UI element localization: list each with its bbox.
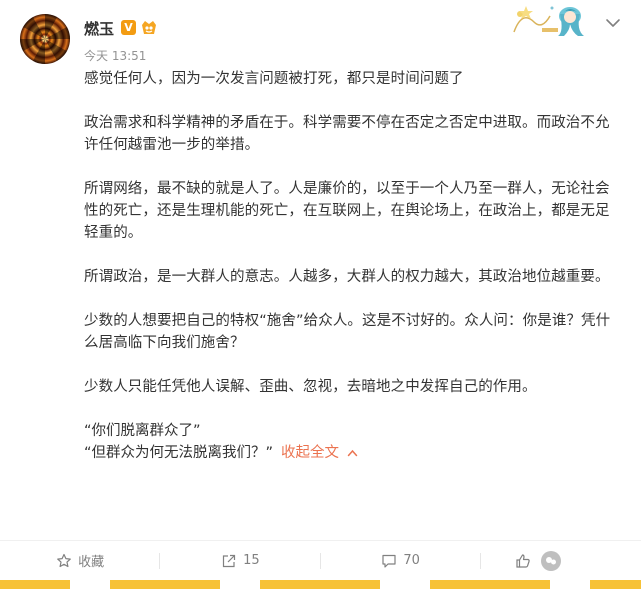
comment-button[interactable]: 70 (321, 541, 481, 580)
stripe-segment (260, 580, 380, 589)
post-header: 燃玉 V 今天 13:51 (0, 0, 641, 72)
comment-count: 70 (403, 553, 420, 568)
vip-icon (142, 21, 156, 34)
footer-stripe (0, 580, 641, 589)
quote-line: “但群众为何无法脱离我们？” (84, 445, 274, 461)
stripe-segment (110, 580, 220, 589)
stripe-segment (430, 580, 550, 589)
like-icon (516, 553, 530, 568)
post-paragraph: 少数人只能任凭他人误解、歪曲、忽视，去暗地之中发挥自己的作用。 (84, 379, 537, 395)
post-paragraph: 所谓网络，最不缺的就是人了。人是廉价的，以至于一个人乃至一群人，无论社会性的死亡… (84, 181, 610, 241)
repost-count: 15 (243, 553, 260, 568)
stripe-segment (590, 580, 641, 589)
repost-button[interactable]: 15 (160, 541, 321, 580)
card-decoration-icon (513, 6, 584, 36)
repost-icon (222, 554, 236, 567)
post-paragraph: 感觉任何人，因为一次发言问题被打死，都只是时间问题了 (84, 71, 464, 87)
comment-icon (382, 554, 396, 568)
stripe-segment (0, 580, 70, 589)
verified-badge: V (121, 20, 136, 35)
post-timestamp[interactable]: 今天 13:51 (84, 47, 146, 64)
watermark: 韬闻 (541, 551, 591, 571)
watermark-logo-icon (541, 551, 561, 571)
post-body: 感觉任何人，因为一次发言问题被打死，都只是时间问题了 政治需求和科学精神的矛盾在… (84, 68, 624, 464)
username[interactable]: 燃玉 (84, 18, 114, 39)
chevron-down-icon[interactable] (604, 16, 622, 30)
post-paragraph: 所谓政治，是一大群人的意志。人越多，大群人的权力越大，其政治地位越重要。 (84, 269, 610, 285)
post-paragraph: 政治需求和科学精神的矛盾在于。科学需要不停在否定之否定中进取。而政治不允许任何越… (84, 115, 610, 153)
favorite-label: 收藏 (78, 555, 105, 570)
favorite-button[interactable]: 收藏 (0, 541, 161, 580)
chevron-up-icon[interactable] (347, 449, 358, 457)
post-paragraph: 少数的人想要把自己的特权“施舍”给众人。这是不讨好的。众人问：你是谁？凭什么居高… (84, 313, 611, 351)
star-icon (57, 553, 72, 567)
collapse-text-link[interactable]: 收起全文 (281, 445, 339, 461)
quote-line-with-collapse: “但群众为何无法脱离我们？” 收起全文 (84, 442, 624, 464)
quote-line: “你们脱离群众了” (84, 423, 201, 439)
watermark-text: 韬闻 (565, 555, 592, 571)
avatar[interactable] (20, 14, 70, 64)
